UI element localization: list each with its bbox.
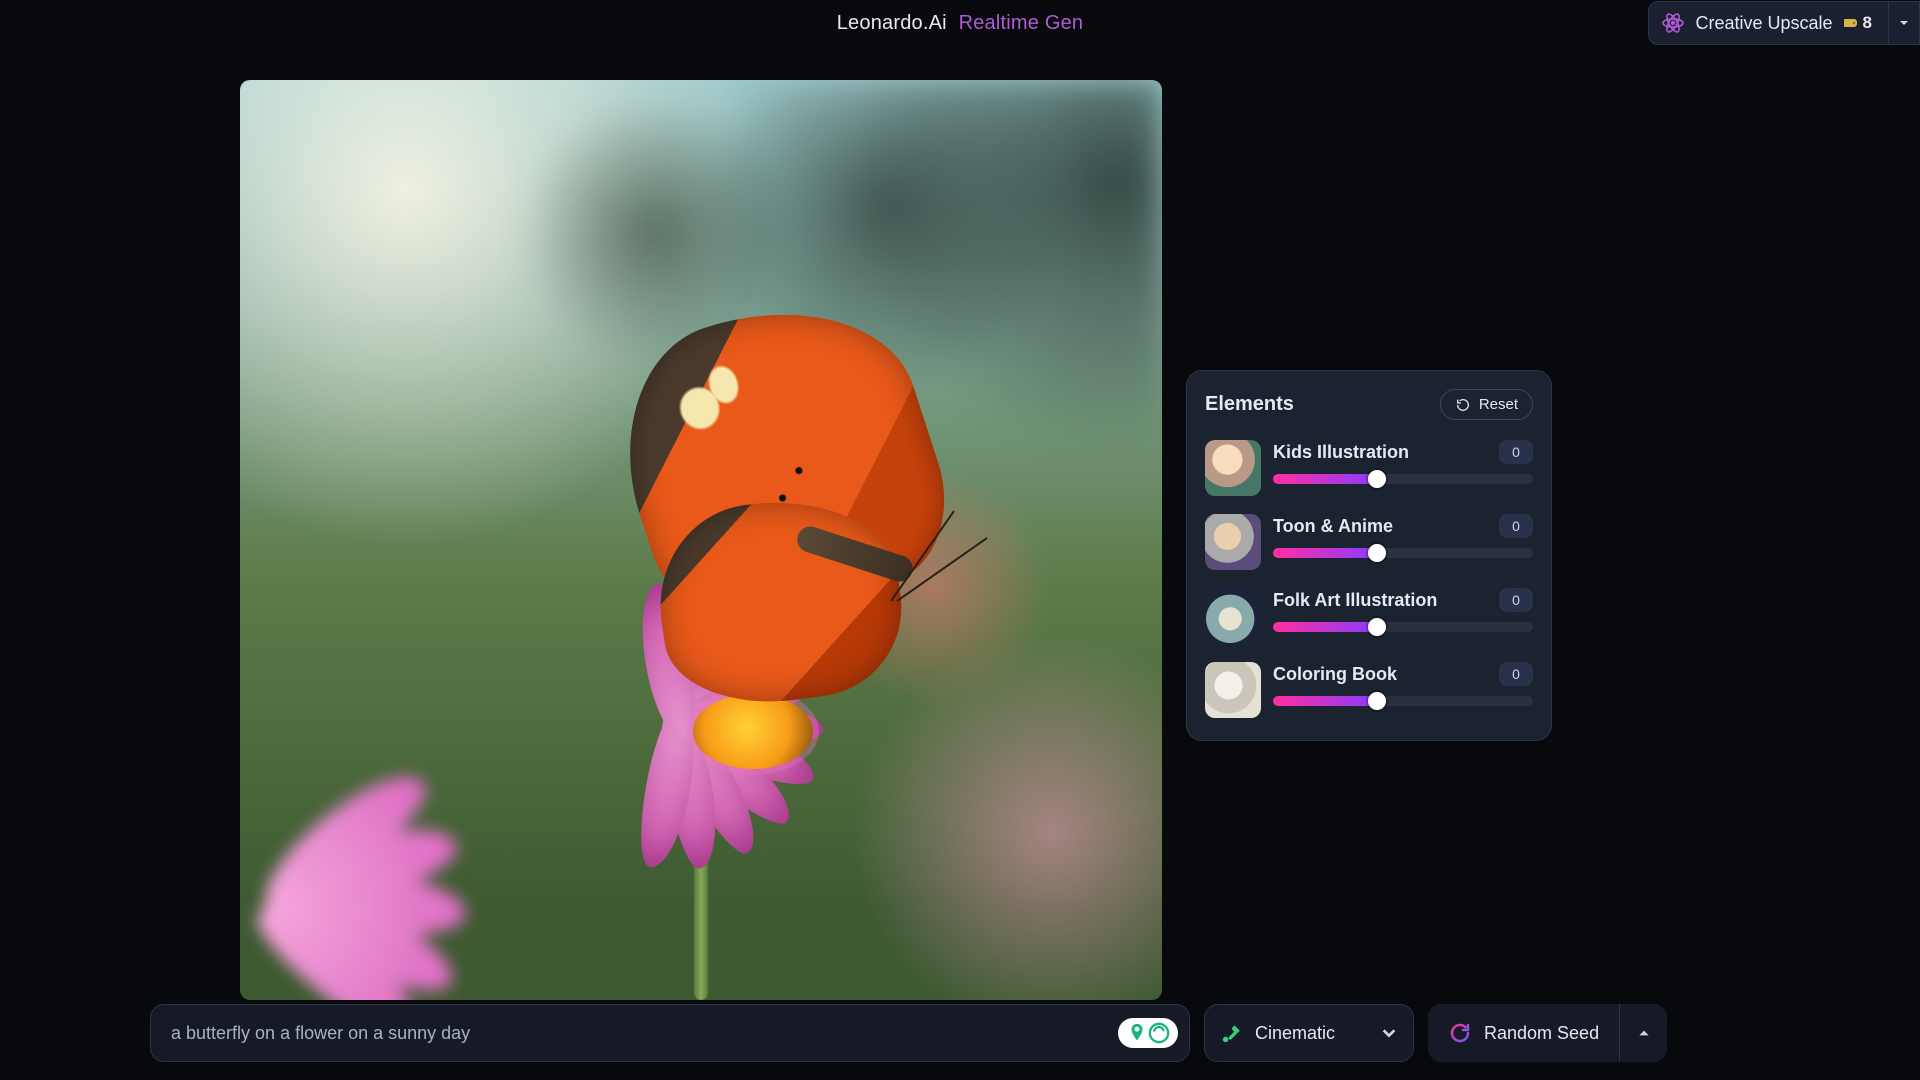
element-slider[interactable] <box>1273 548 1533 558</box>
element-row: Toon & Anime 0 <box>1205 508 1533 576</box>
brand-name: Leonardo.Ai <box>837 12 947 34</box>
bottom-bar: Cinematic Random Seed <box>150 1004 1667 1062</box>
element-name: Toon & Anime <box>1273 516 1393 537</box>
element-slider[interactable] <box>1273 622 1533 632</box>
prompt-input[interactable] <box>150 1004 1190 1062</box>
caret-down-icon <box>1898 17 1910 29</box>
random-seed-button[interactable]: Random Seed <box>1428 1004 1619 1062</box>
element-thumb <box>1205 440 1261 496</box>
credits-icon <box>1843 16 1859 30</box>
caret-up-icon <box>1637 1026 1651 1040</box>
mode-name: Realtime Gen <box>959 12 1084 34</box>
element-row: Kids Illustration 0 <box>1205 434 1533 502</box>
creative-upscale-button[interactable]: Creative Upscale 8 <box>1648 1 1888 45</box>
element-value: 0 <box>1499 662 1533 686</box>
header-right: Creative Upscale 8 <box>1648 0 1920 46</box>
elements-reset-button[interactable]: Reset <box>1440 389 1533 420</box>
elements-reset-label: Reset <box>1479 396 1518 413</box>
element-slider[interactable] <box>1273 474 1533 484</box>
elements-header: Elements Reset <box>1205 389 1533 420</box>
element-name: Folk Art Illustration <box>1273 590 1437 611</box>
random-seed-label: Random Seed <box>1484 1023 1599 1044</box>
elements-list: Kids Illustration 0 Toon & Anime 0 Folk … <box>1205 434 1533 724</box>
seed-button-group: Random Seed <box>1428 1004 1667 1062</box>
style-label: Cinematic <box>1255 1023 1335 1044</box>
prompt-assist-icons[interactable] <box>1118 1018 1178 1048</box>
slider-knob[interactable] <box>1368 470 1386 488</box>
slider-knob[interactable] <box>1368 618 1386 636</box>
style-select[interactable]: Cinematic <box>1204 1004 1414 1062</box>
element-row: Coloring Book 0 <box>1205 656 1533 724</box>
element-name: Coloring Book <box>1273 664 1397 685</box>
chevron-down-icon <box>1381 1025 1397 1041</box>
element-thumb <box>1205 588 1261 644</box>
creative-upscale-more-button[interactable] <box>1888 1 1920 45</box>
refresh-icon <box>1448 1021 1472 1045</box>
element-value: 0 <box>1499 440 1533 464</box>
prompt-wrap <box>150 1004 1190 1062</box>
reset-icon <box>1455 397 1471 413</box>
credits-chip: 8 <box>1843 13 1872 33</box>
generated-image[interactable] <box>240 80 1162 1000</box>
elements-title: Elements <box>1205 393 1294 416</box>
element-slider[interactable] <box>1273 696 1533 706</box>
creative-upscale-label: Creative Upscale <box>1695 13 1832 34</box>
credits-value: 8 <box>1863 13 1872 33</box>
app-header: Leonardo.Ai Realtime Gen Creative Upscal… <box>0 0 1920 46</box>
element-thumb <box>1205 662 1261 718</box>
brush-icon <box>1221 1022 1243 1044</box>
element-value: 0 <box>1499 588 1533 612</box>
slider-knob[interactable] <box>1368 544 1386 562</box>
element-thumb <box>1205 514 1261 570</box>
app-title: Leonardo.Ai Realtime Gen <box>837 12 1084 35</box>
grammar-check-icon <box>1148 1022 1170 1044</box>
element-row: Folk Art Illustration 0 <box>1205 582 1533 650</box>
slider-knob[interactable] <box>1368 692 1386 710</box>
grammar-pin-icon <box>1126 1022 1148 1044</box>
element-name: Kids Illustration <box>1273 442 1409 463</box>
atom-icon <box>1661 11 1685 35</box>
seed-more-button[interactable] <box>1619 1004 1667 1062</box>
element-value: 0 <box>1499 514 1533 538</box>
elements-panel: Elements Reset Kids Illustration 0 Toon … <box>1186 370 1552 741</box>
